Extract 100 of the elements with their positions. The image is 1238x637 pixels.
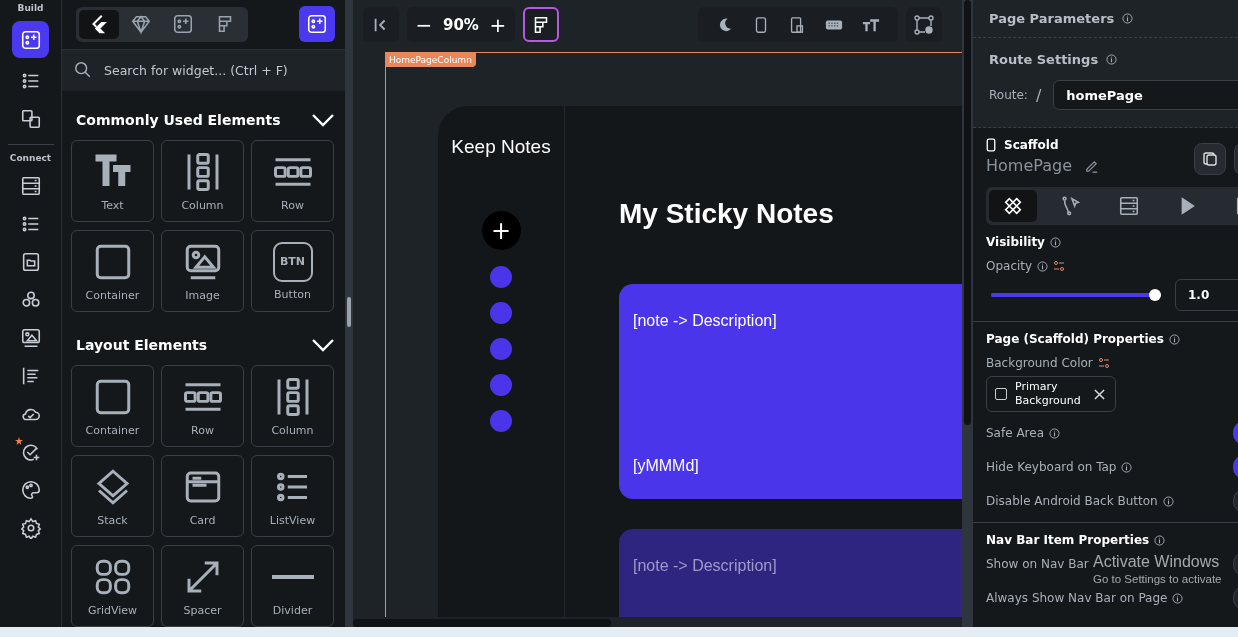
widget-tile[interactable]: Column	[161, 140, 244, 222]
widget-tile[interactable]: Container	[71, 365, 154, 447]
collapse-panel-button[interactable]	[363, 7, 399, 42]
info-icon[interactable]	[1049, 427, 1060, 439]
diamond-icon	[130, 13, 152, 36]
zoom-out-button[interactable]: −	[415, 12, 433, 37]
section-title: Visibility	[986, 235, 1045, 249]
note-description: [note -> Description]	[633, 557, 778, 575]
field-label: Background Color	[986, 356, 1093, 370]
layout-settings-button[interactable]	[906, 7, 942, 42]
scrollbar-thumb[interactable]	[353, 619, 611, 627]
tablet-icon[interactable]	[788, 15, 806, 34]
ai-tools-button[interactable]	[522, 7, 559, 42]
section-title: Nav Bar Item Properties	[986, 533, 1150, 547]
variable-icon[interactable]	[1097, 357, 1110, 369]
scrollbar-thumb[interactable]	[964, 0, 971, 425]
widget-tile[interactable]: Card	[161, 455, 244, 537]
opacity-slider[interactable]	[991, 289, 1161, 301]
section-title: Page (Scaffold) Properties	[986, 332, 1164, 346]
color-picker[interactable]: Primary Background	[986, 376, 1116, 412]
divider-icon	[271, 574, 314, 579]
button-icon: BTN	[272, 241, 313, 282]
widget-tile[interactable]: Text	[71, 140, 154, 222]
widget-tile[interactable]: Divider	[251, 545, 334, 627]
variable-icon[interactable]	[1053, 260, 1066, 272]
rail-section-label: Connect	[9, 153, 52, 163]
duplicate-button[interactable]	[1194, 143, 1226, 175]
widget-name: HomePage	[986, 156, 1072, 175]
note-date: [yMMMd]	[633, 457, 700, 475]
scrollbar-thumb[interactable]	[347, 297, 351, 327]
widget-tile[interactable]: ListView	[251, 455, 334, 537]
note-card[interactable]: [note -> Description]	[619, 529, 962, 617]
chevron-icon[interactable]	[311, 113, 335, 127]
add-widget-icon	[19, 28, 42, 51]
color-dot[interactable]	[490, 374, 512, 396]
search-field[interactable]: Search for widget... (Ctrl + F)	[62, 49, 345, 91]
rail-button[interactable]	[12, 21, 49, 58]
zoom-level: 90%	[443, 15, 479, 34]
properties-tab[interactable]	[989, 190, 1037, 222]
color-dot[interactable]	[490, 410, 512, 432]
widget-tile[interactable]: BTN Button	[251, 230, 334, 312]
widget-tile[interactable]: Container	[71, 230, 154, 312]
widget-tile[interactable]: Spacer	[161, 545, 244, 627]
database-icon	[1118, 195, 1140, 217]
color-dot[interactable]	[490, 302, 512, 324]
phone-icon	[986, 138, 996, 152]
note-card[interactable]: [note -> Description] [yMMMd]	[619, 284, 962, 499]
toggle-label: Disable Android Back Button	[986, 494, 1158, 508]
activation-text: Go to Settings to activate	[1093, 573, 1222, 585]
info-icon[interactable]	[1121, 461, 1133, 473]
color-dot[interactable]	[490, 266, 512, 288]
search-field[interactable]: Search for widget... (Ctrl + F)	[102, 61, 336, 79]
toggle-label: Safe Area	[986, 426, 1044, 440]
section-title: Layout Elements	[76, 337, 208, 353]
page-heading: My Sticky Notes	[619, 198, 835, 230]
edit-icon[interactable]	[1084, 158, 1099, 173]
chevron-icon[interactable]	[311, 338, 335, 352]
note-description: [note -> Description]	[633, 312, 778, 330]
nodes-gear-icon	[914, 14, 934, 35]
toggle-label: Always Show Nav Bar on Page	[986, 591, 1168, 605]
slider-thumb[interactable]	[1149, 289, 1161, 301]
swap-icon	[19, 108, 42, 130]
zoom-in-button[interactable]: +	[488, 12, 507, 37]
toggle-label: Show on Nav Bar	[986, 557, 1089, 571]
search-icon	[74, 61, 92, 80]
info-icon[interactable]	[1122, 13, 1134, 24]
star-badge-icon	[15, 437, 23, 445]
info-icon[interactable]	[1168, 333, 1180, 345]
field-label: Opacity	[986, 259, 1033, 273]
widget-add-icon	[172, 13, 194, 36]
widget-tile[interactable]: Image	[161, 230, 244, 312]
widget-add-icon	[306, 13, 328, 36]
info-icon[interactable]	[1106, 53, 1118, 65]
section-title: Route Settings	[989, 51, 1099, 67]
palette-icon	[19, 479, 42, 501]
widget-tile[interactable]: Row	[161, 365, 244, 447]
info-icon[interactable]	[1154, 534, 1166, 546]
export-widget-button[interactable]	[299, 6, 335, 43]
color-dot[interactable]	[490, 338, 512, 360]
info-icon[interactable]	[1049, 236, 1061, 248]
section-title: Commonly Used Elements	[76, 112, 281, 128]
frame-label: HomePageColumn	[386, 53, 476, 67]
info-icon[interactable]	[1172, 592, 1184, 604]
widget-tile[interactable]: Column	[251, 365, 334, 447]
database-icon	[19, 175, 42, 197]
route-field[interactable]: homePage	[1053, 80, 1238, 110]
widget-tile[interactable]: GridView	[71, 545, 154, 627]
info-icon[interactable]	[1162, 495, 1174, 507]
toggle-label: Hide Keyboard on Tap	[986, 460, 1117, 474]
info-icon[interactable]	[1037, 260, 1049, 272]
widget-tile[interactable]: Stack	[71, 455, 154, 537]
add-note-button[interactable]: +	[481, 211, 521, 250]
rail-section-label: Build	[17, 3, 44, 13]
panel-tab[interactable]	[79, 9, 119, 39]
widget-tile[interactable]: Row	[251, 140, 334, 222]
opacity-field[interactable]: 1.0	[1175, 279, 1238, 311]
section-title: Page Parameters	[989, 11, 1115, 26]
path-cursor-icon	[1060, 195, 1082, 217]
close-icon[interactable]	[1094, 388, 1105, 400]
activation-title: Activate Windows	[1093, 553, 1221, 571]
